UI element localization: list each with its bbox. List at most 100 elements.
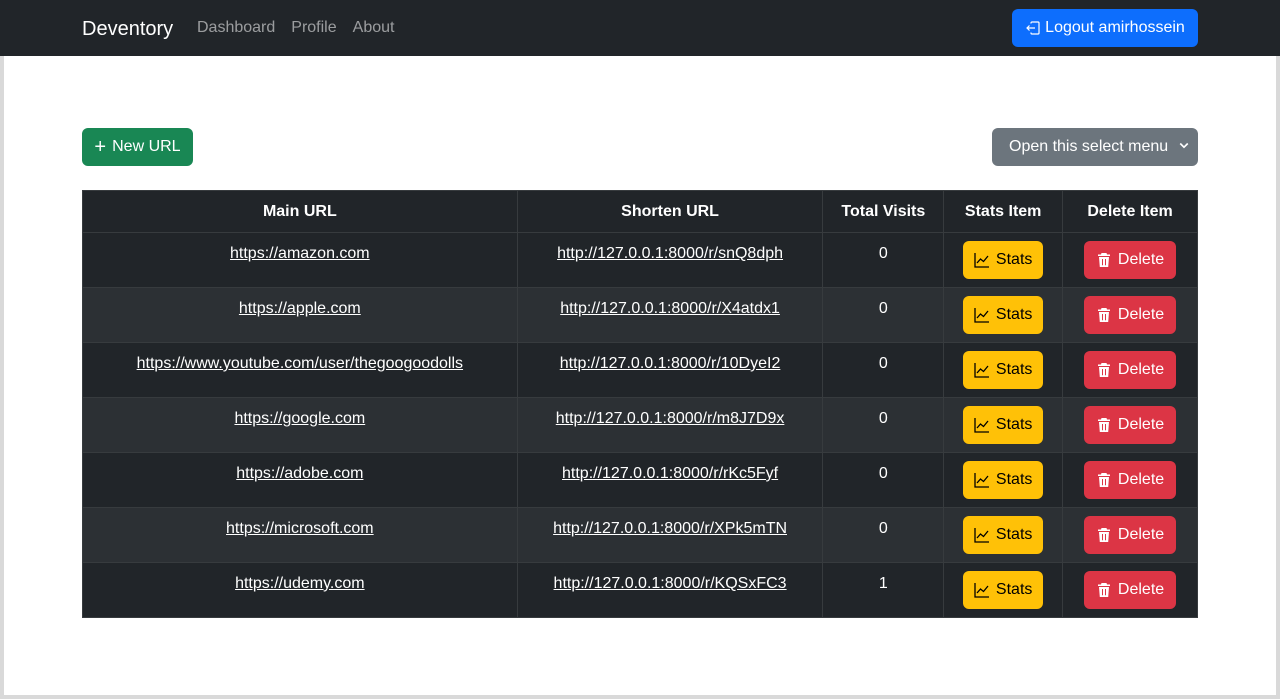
stats-label: Stats (995, 251, 1033, 268)
delete-cell: Delete (1062, 342, 1198, 398)
new-url-button[interactable]: + New URL (82, 128, 193, 166)
delete-label: Delete (1117, 581, 1165, 598)
delete-label: Delete (1117, 526, 1165, 543)
brand-link[interactable]: Deventory (82, 16, 173, 42)
filter-select[interactable]: Open this select menu (992, 128, 1198, 166)
delete-label: Delete (1117, 471, 1165, 488)
main-url-link[interactable]: https://udemy.com (235, 575, 365, 592)
header-stats-item: Stats Item (943, 190, 1064, 233)
new-url-label: New URL (112, 138, 181, 155)
main-url-link[interactable]: https://google.com (234, 410, 365, 427)
delete-cell: Delete (1062, 287, 1198, 343)
short-url-link[interactable]: http://127.0.0.1:8000/r/X4atdx1 (560, 300, 780, 317)
main-url-cell: https://amazon.com (82, 232, 518, 288)
stats-cell: Stats (943, 397, 1064, 453)
trash-icon (1097, 528, 1110, 542)
stats-button[interactable]: Stats (963, 516, 1044, 554)
stats-label: Stats (995, 581, 1033, 598)
header-delete-item: Delete Item (1062, 190, 1198, 233)
delete-button[interactable]: Delete (1084, 351, 1177, 389)
graph-up-icon (974, 363, 989, 378)
graph-up-icon (974, 253, 989, 268)
main-url-cell: https://microsoft.com (82, 507, 518, 563)
delete-cell: Delete (1062, 562, 1198, 618)
main-url-link[interactable]: https://apple.com (239, 300, 361, 317)
plus-icon: + (94, 136, 107, 158)
delete-cell: Delete (1062, 452, 1198, 508)
short-url-cell: http://127.0.0.1:8000/r/XPk5mTN (516, 507, 824, 563)
delete-button[interactable]: Delete (1084, 241, 1177, 279)
table-row: https://adobe.com http://127.0.0.1:8000/… (82, 452, 1198, 508)
table-row: https://www.youtube.com/user/thegoogoodo… (82, 342, 1198, 398)
visits-count: 0 (878, 410, 888, 427)
trash-icon (1097, 583, 1110, 597)
header-shorten-url: Shorten URL (516, 190, 824, 233)
delete-button[interactable]: Delete (1084, 571, 1177, 609)
delete-button[interactable]: Delete (1084, 516, 1177, 554)
table-row: https://apple.com http://127.0.0.1:8000/… (82, 287, 1198, 343)
short-url-link[interactable]: http://127.0.0.1:8000/r/10DyeI2 (560, 355, 781, 372)
graph-up-icon (974, 528, 989, 543)
header-total-visits: Total Visits (822, 190, 945, 233)
graph-up-icon (974, 308, 989, 323)
main-url-link[interactable]: https://microsoft.com (226, 520, 374, 537)
table-row: https://amazon.com http://127.0.0.1:8000… (82, 232, 1198, 288)
trash-icon (1097, 308, 1110, 322)
stats-button[interactable]: Stats (963, 296, 1044, 334)
header-main-url: Main URL (82, 190, 518, 233)
short-url-cell: http://127.0.0.1:8000/r/X4atdx1 (516, 287, 824, 343)
chevron-down-icon (1179, 142, 1189, 149)
short-url-link[interactable]: http://127.0.0.1:8000/r/XPk5mTN (553, 520, 787, 537)
short-url-cell: http://127.0.0.1:8000/r/10DyeI2 (516, 342, 824, 398)
delete-button[interactable]: Delete (1084, 296, 1177, 334)
delete-button[interactable]: Delete (1084, 406, 1177, 444)
stats-button[interactable]: Stats (963, 241, 1044, 279)
stats-cell: Stats (943, 507, 1064, 563)
delete-label: Delete (1117, 361, 1165, 378)
short-url-cell: http://127.0.0.1:8000/r/rKc5Fyf (516, 452, 824, 508)
short-url-link[interactable]: http://127.0.0.1:8000/r/rKc5Fyf (562, 465, 778, 482)
window-frame-right (1276, 56, 1280, 699)
stats-button[interactable]: Stats (963, 351, 1044, 389)
stats-label: Stats (995, 526, 1033, 543)
short-url-link[interactable]: http://127.0.0.1:8000/r/KQSxFC3 (554, 575, 787, 592)
logout-button[interactable]: Logout amirhossein (1012, 9, 1198, 47)
short-url-link[interactable]: http://127.0.0.1:8000/r/m8J7D9x (556, 410, 785, 427)
visits-cell: 0 (822, 232, 945, 288)
visits-count: 1 (878, 575, 888, 592)
delete-button[interactable]: Delete (1084, 461, 1177, 499)
table-row: https://google.com http://127.0.0.1:8000… (82, 397, 1198, 453)
main-url-link[interactable]: https://amazon.com (230, 245, 370, 262)
visits-cell: 0 (822, 452, 945, 508)
stats-label: Stats (995, 416, 1033, 433)
window-frame-left (0, 56, 4, 699)
visits-cell: 0 (822, 342, 945, 398)
stats-label: Stats (995, 306, 1033, 323)
stats-button[interactable]: Stats (963, 571, 1044, 609)
stats-cell: Stats (943, 232, 1064, 288)
trash-icon (1097, 473, 1110, 487)
nav-link-profile[interactable]: Profile (291, 18, 336, 38)
visits-cell: 1 (822, 562, 945, 618)
stats-cell: Stats (943, 287, 1064, 343)
main-url-cell: https://www.youtube.com/user/thegoogoodo… (82, 342, 518, 398)
stats-button[interactable]: Stats (963, 406, 1044, 444)
nav-link-about[interactable]: About (353, 18, 395, 38)
graph-up-icon (974, 583, 989, 598)
main-url-cell: https://google.com (82, 397, 518, 453)
main-url-link[interactable]: https://www.youtube.com/user/thegoogoodo… (137, 355, 463, 372)
stats-button[interactable]: Stats (963, 461, 1044, 499)
stats-cell: Stats (943, 342, 1064, 398)
short-url-link[interactable]: http://127.0.0.1:8000/r/snQ8dph (557, 245, 783, 262)
logout-label: Logout amirhossein (1045, 19, 1185, 36)
graph-up-icon (974, 473, 989, 488)
delete-cell: Delete (1062, 232, 1198, 288)
main-url-link[interactable]: https://adobe.com (236, 465, 363, 482)
table-header-row: Main URL Shorten URL Total Visits Stats … (82, 190, 1198, 233)
table-row: https://microsoft.com http://127.0.0.1:8… (82, 507, 1198, 563)
visits-count: 0 (878, 245, 888, 262)
box-arrow-left-icon (1026, 21, 1040, 35)
trash-icon (1097, 363, 1110, 377)
visits-count: 0 (878, 355, 888, 372)
nav-link-dashboard[interactable]: Dashboard (197, 18, 275, 38)
